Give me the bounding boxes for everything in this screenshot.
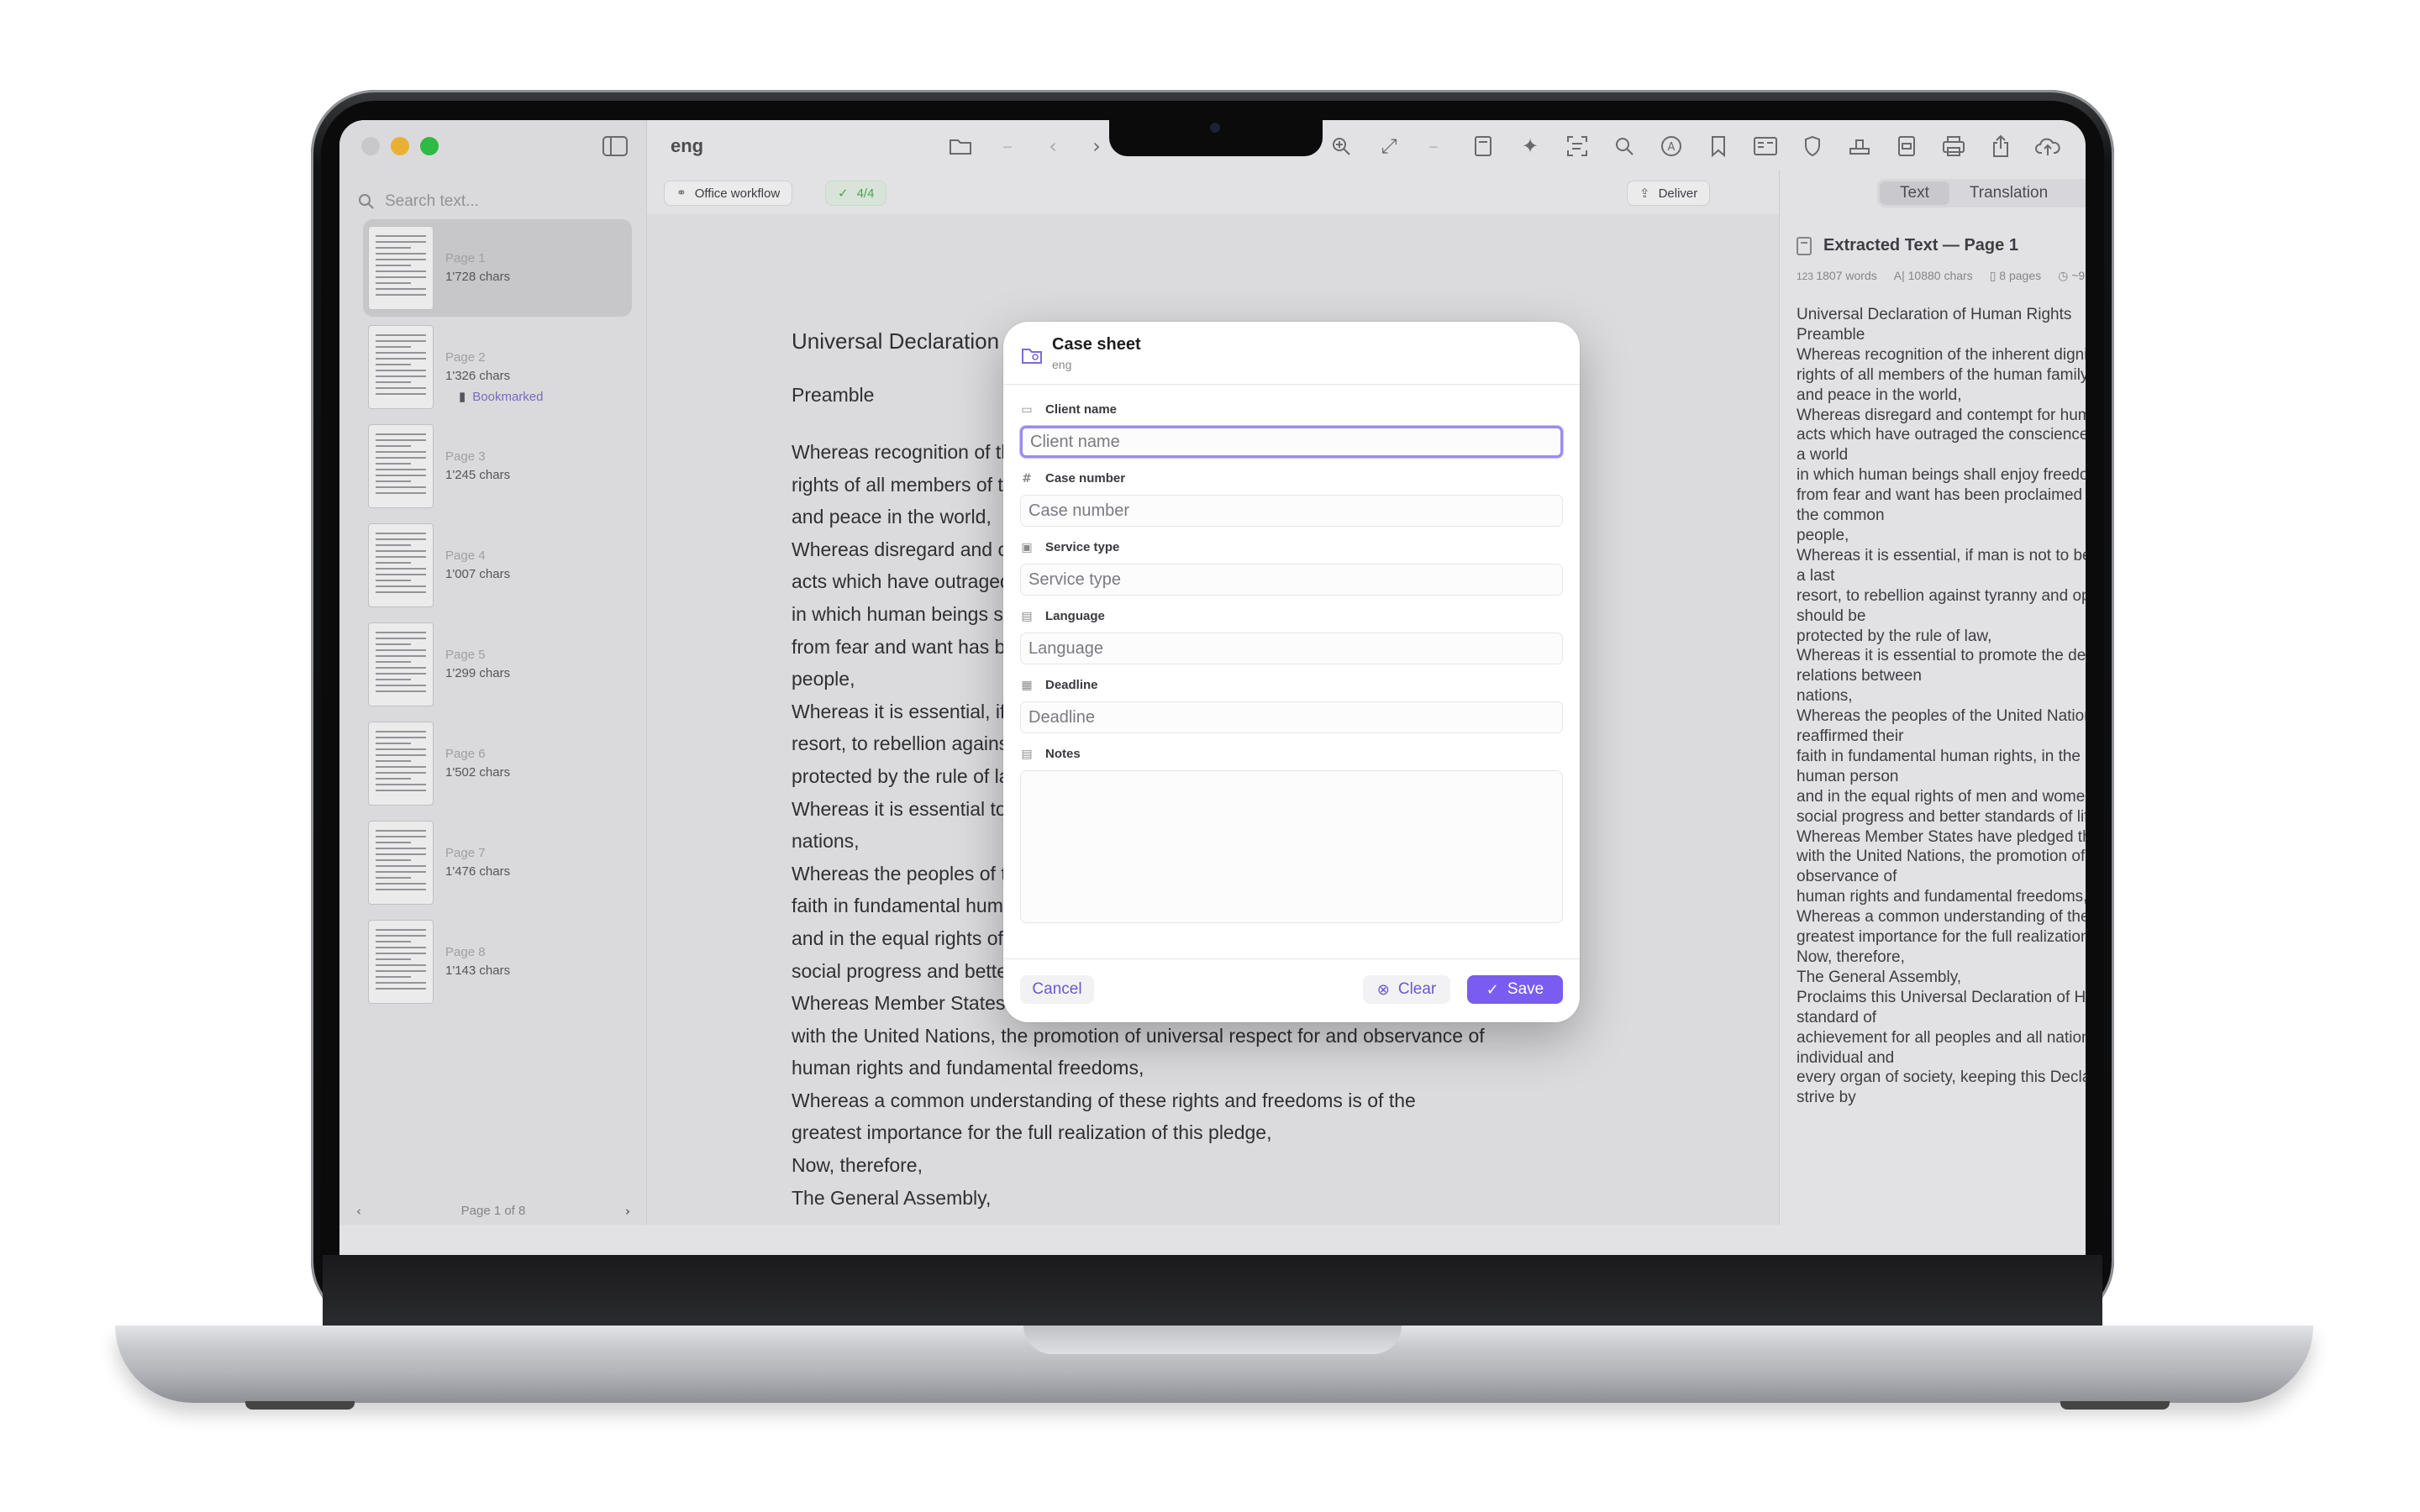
language-label: ▤ Language — [1020, 609, 1105, 623]
cancel-button[interactable]: Cancel — [1020, 975, 1094, 1004]
language-icon: ▤ — [1021, 609, 1033, 623]
dialog-title: Case sheet — [1052, 335, 1141, 354]
notes-icon: ▤ — [1021, 747, 1033, 761]
clear-label: Clear — [1397, 980, 1437, 998]
case-number-label: # Case number — [1020, 471, 1125, 486]
divider — [1003, 384, 1580, 385]
deadline-input[interactable] — [1020, 701, 1563, 733]
save-label: Save — [1507, 980, 1544, 998]
id-card-icon: ▭ — [1021, 402, 1033, 417]
clear-circle-icon: ⊗ — [1376, 980, 1390, 999]
deadline-label-text: Deadline — [1045, 678, 1098, 692]
folder-icon — [1020, 344, 1044, 367]
laptop-foot — [2060, 1401, 2170, 1410]
language-input[interactable] — [1020, 633, 1563, 664]
stage: Search text... Page 1 1'728 chars Page 2 1'… — [0, 0, 2420, 1512]
cancel-label: Cancel — [1032, 980, 1082, 998]
save-button[interactable]: ✓ Save — [1467, 975, 1563, 1004]
screen: Search text... Page 1 1'728 chars Page 2 1'… — [339, 120, 2086, 1255]
app-window: Search text... Page 1 1'728 chars Page 2 1'… — [339, 120, 2086, 1255]
dialog-subtitle: eng — [1052, 358, 1072, 371]
clear-button[interactable]: ⊗ Clear — [1363, 975, 1450, 1004]
service-type-label-text: Service type — [1045, 540, 1120, 554]
laptop-foot — [245, 1401, 355, 1410]
deadline-label: ▦ Deadline — [1020, 678, 1098, 692]
service-type-label: ▣ Service type — [1020, 540, 1119, 554]
hash-icon: # — [1022, 471, 1032, 486]
language-label-text: Language — [1045, 609, 1105, 623]
case-number-label-text: Case number — [1045, 471, 1126, 486]
laptop-chin — [323, 1255, 2102, 1326]
case-sheet-dialog: Case sheet eng ▭ Client name # Case numb… — [1003, 322, 1580, 1022]
camera-icon — [1210, 123, 1220, 133]
checkmark-icon: ✓ — [1486, 980, 1499, 999]
calendar-clock-icon: ▦ — [1021, 678, 1033, 692]
client-name-label-text: Client name — [1045, 402, 1118, 417]
client-name-label: ▭ Client name — [1020, 402, 1117, 417]
laptop-opening-notch — [1023, 1326, 1402, 1354]
client-name-input[interactable] — [1020, 426, 1563, 458]
briefcase-icon: ▣ — [1021, 540, 1033, 554]
service-type-input[interactable] — [1020, 564, 1563, 596]
notes-textarea[interactable] — [1020, 770, 1563, 923]
divider — [1003, 958, 1580, 959]
notes-label: ▤ Notes — [1020, 747, 1081, 761]
case-number-input[interactable] — [1020, 495, 1563, 527]
notes-label-text: Notes — [1045, 747, 1081, 761]
